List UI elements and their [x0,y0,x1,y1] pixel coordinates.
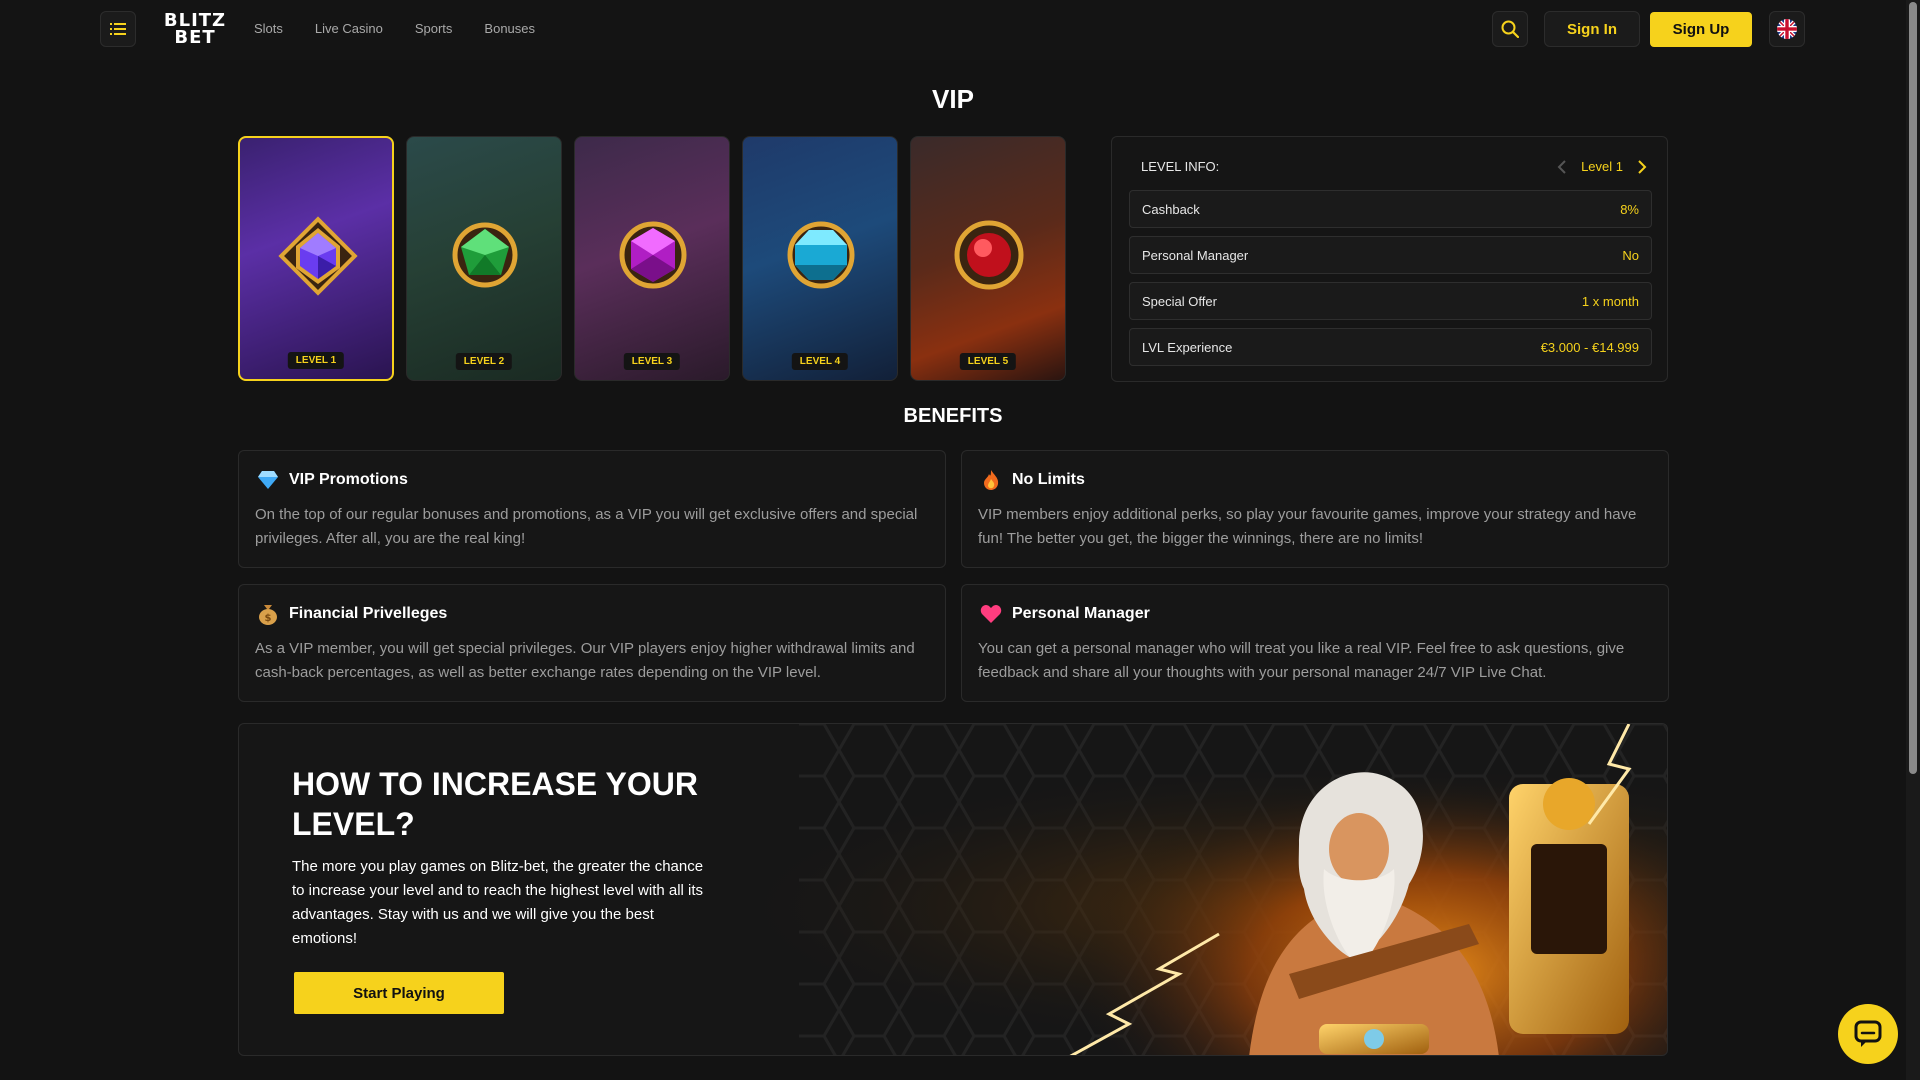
chat-bubble-icon [1854,1020,1882,1047]
red-gem-icon [954,220,1024,290]
row-key: Personal Manager [1142,248,1249,263]
level-card-1[interactable]: LEVEL 1 [238,136,394,381]
increase-level-banner: HOW TO INCREASE YOUR LEVEL? The more you… [238,723,1668,1056]
level-info-row: Special Offer 1 x month [1129,282,1652,320]
level-info-heading: LEVEL INFO: [1141,159,1220,174]
level-label: LEVEL 1 [287,352,345,369]
level-switcher: Level 1 [1557,159,1647,174]
row-value: No [1622,248,1639,263]
search-button[interactable] [1492,11,1528,47]
search-icon [1501,20,1519,38]
row-key: LVL Experience [1142,340,1233,355]
level-card-5[interactable]: LEVEL 5 [910,136,1066,381]
benefits-title: BENEFITS [903,405,1003,427]
diamond-icon [256,468,280,492]
level-info-panel: LEVEL INFO: Level 1 Cashback 8% Personal… [1111,136,1668,382]
level-card-3[interactable]: LEVEL 3 [574,136,730,381]
benefit-text: As a VIP member, you will get special pr… [255,640,915,681]
level-label: LEVEL 3 [623,353,681,370]
row-key: Cashback [1142,202,1200,217]
sign-up-button[interactable]: Sign Up [1650,12,1752,47]
benefit-header: VIP Promotions [256,468,408,492]
cyan-gem-icon [787,221,855,289]
page-title: VIP [932,84,974,114]
nav-live-casino[interactable]: Live Casino [315,21,383,36]
uk-flag-icon [1777,19,1797,39]
language-button[interactable] [1769,11,1805,47]
chevron-left-icon[interactable] [1557,159,1567,174]
level-card-4[interactable]: LEVEL 4 [742,136,898,381]
benefit-title: VIP Promotions [289,471,408,488]
level-card-2[interactable]: LEVEL 2 [406,136,562,381]
current-level: Level 1 [1581,159,1623,174]
top-navigation-bar: BLITZ BET Slots Live Casino Sports Bonus… [0,0,1906,60]
sign-in-button[interactable]: Sign In [1544,11,1640,47]
magenta-gem-icon [619,221,687,289]
benefit-title: No Limits [1012,471,1085,488]
benefit-text: You can get a personal manager who will … [978,640,1625,681]
logo-bottom: BET [174,27,216,48]
benefit-title: Personal Manager [1012,605,1150,622]
level-info-row: LVL Experience €3.000 - €14.999 [1129,328,1652,366]
benefit-card: No Limits VIP members enjoy additional p… [961,450,1669,568]
benefit-header: Personal Manager [979,602,1150,626]
row-key: Special Offer [1142,294,1217,309]
nav-sports[interactable]: Sports [415,21,453,36]
promo-text: The more you play games on Blitz-bet, th… [292,858,704,947]
chevron-right-icon[interactable] [1637,159,1647,174]
benefit-text: On the top of our regular bonuses and pr… [255,506,918,547]
benefit-header: No Limits [979,468,1085,492]
benefit-header: $ Financial Privelleges [256,602,447,626]
nav-slots[interactable]: Slots [254,21,283,36]
row-value: €3.000 - €14.999 [1540,340,1639,355]
level-info-row: Cashback 8% [1129,190,1652,228]
main-nav: Slots Live Casino Sports Bonuses [254,21,535,36]
page-scrollbar[interactable] [1906,0,1920,1080]
nav-bonuses[interactable]: Bonuses [484,21,535,36]
level-label: LEVEL 4 [791,353,849,370]
level-label: LEVEL 2 [455,353,513,370]
scrollbar-thumb[interactable] [1909,2,1917,774]
level-info-row: Personal Manager No [1129,236,1652,274]
level-label: LEVEL 5 [959,353,1017,370]
menu-button[interactable] [100,11,136,47]
benefit-title: Financial Privelleges [289,605,448,622]
list-icon [110,23,126,35]
money-bag-icon: $ [256,602,280,626]
heart-icon [979,602,1003,626]
benefit-card: VIP Promotions On the top of our regular… [238,450,946,568]
promo-title: HOW TO INCREASE YOUR LEVEL? [292,766,698,842]
zeus-illustration [1069,724,1667,1055]
svg-text:$: $ [265,613,272,624]
purple-gem-icon [278,216,358,296]
start-playing-button[interactable]: Start Playing [294,972,504,1014]
live-chat-button[interactable] [1838,1004,1898,1064]
row-value: 8% [1620,202,1639,217]
level-info-header: LEVEL INFO: Level 1 [1141,159,1647,179]
row-value: 1 x month [1581,294,1639,309]
fire-icon [979,468,1003,492]
level-cards: LEVEL 1 LEVEL 2 LEVEL 3 LEVEL 4 LEVEL 5 [238,136,1066,381]
green-gem-icon [452,222,518,288]
benefit-card: $ Financial Privelleges As a VIP member,… [238,584,946,702]
blitzbet-logo[interactable]: BLITZ BET [158,12,232,48]
benefit-card: Personal Manager You can get a personal … [961,584,1669,702]
benefit-text: VIP members enjoy additional perks, so p… [978,506,1637,547]
